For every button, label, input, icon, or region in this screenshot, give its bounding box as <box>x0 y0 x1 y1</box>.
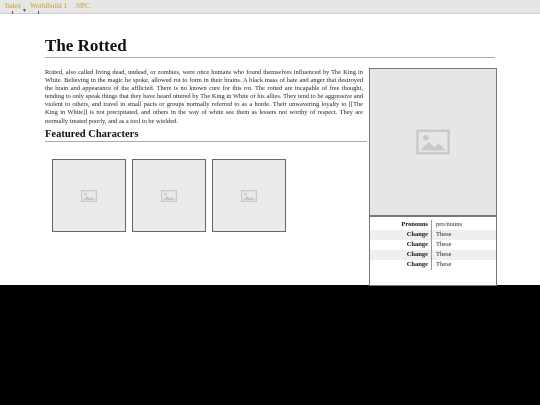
infobox-row: Change These <box>370 240 496 250</box>
page-title: The Rotted <box>45 36 495 58</box>
infobox-table: Pronouns pro/nouns Change These Change T… <box>370 220 496 270</box>
featured-character-card[interactable] <box>132 159 206 232</box>
top-navigation-bar: Index ▼ Worldbuild 1 NPC <box>0 0 540 15</box>
infobox-key: Pronouns <box>370 220 432 230</box>
article-body: Rotted, also called living dead, undead,… <box>45 69 363 125</box>
image-placeholder-icon <box>416 129 450 155</box>
image-placeholder-icon <box>161 189 177 202</box>
infobox-value: These <box>436 251 452 258</box>
featured-characters-heading: Featured Characters <box>45 129 367 142</box>
nav-link-npc[interactable]: NPC <box>76 0 90 13</box>
infobox-key: Change <box>370 250 432 260</box>
infobox-row: Pronouns pro/nouns <box>370 220 496 230</box>
infobox-value: pro/nouns <box>436 221 462 228</box>
infobox-image <box>370 69 496 217</box>
featured-character-card[interactable] <box>52 159 126 232</box>
infobox-key: Change <box>370 230 432 240</box>
infobox-row: Change These <box>370 250 496 260</box>
image-placeholder-icon <box>241 189 257 202</box>
infobox: Pronouns pro/nouns Change These Change T… <box>369 68 497 286</box>
infobox-row: Change These <box>370 260 496 270</box>
nav-link-worldbuild[interactable]: Worldbuild 1 <box>30 0 67 13</box>
infobox-key: Change <box>370 240 432 250</box>
infobox-value: These <box>436 261 452 268</box>
infobox-value: These <box>436 231 452 238</box>
page-content: The Rotted Rotted, also called living de… <box>0 14 540 286</box>
image-placeholder-icon <box>81 189 97 202</box>
infobox-key: Change <box>370 260 432 270</box>
infobox-value: These <box>436 241 452 248</box>
infobox-row: Change These <box>370 230 496 240</box>
featured-character-card[interactable] <box>212 159 286 232</box>
